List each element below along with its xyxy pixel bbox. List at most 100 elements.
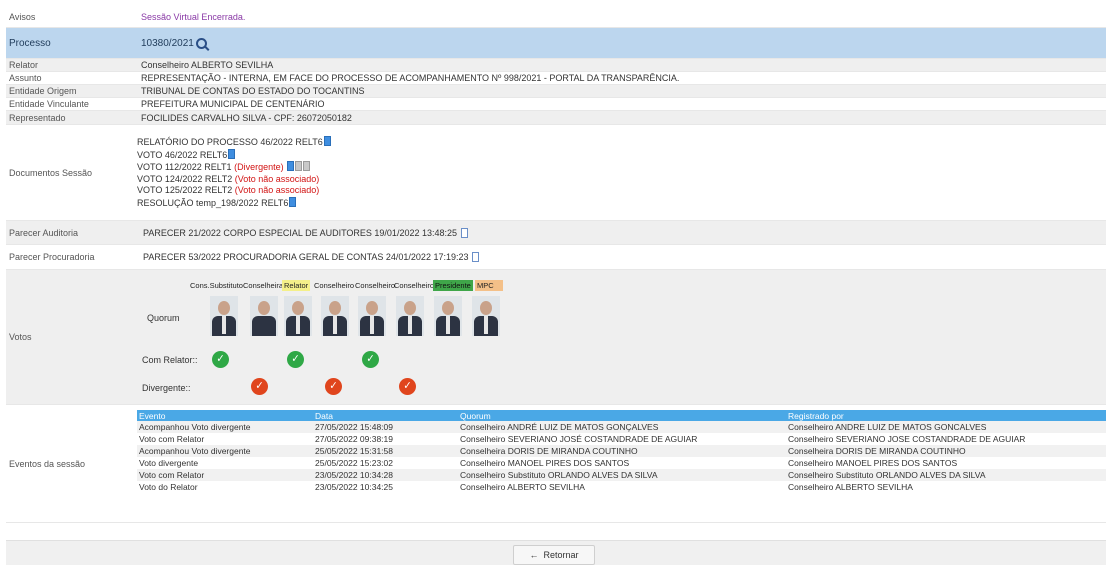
documento-item[interactable]: RELATÓRIO DO PROCESSO 46/2022 RELT6 xyxy=(137,136,331,149)
check-green-icon: ✓ xyxy=(212,351,229,368)
documentos-list: RELATÓRIO DO PROCESSO 46/2022 RELT6 VOTO… xyxy=(137,125,1106,220)
representado-label: Representado xyxy=(9,112,66,123)
table-cell: 23/05/2022 10:34:28 xyxy=(313,469,458,481)
document-icon[interactable] xyxy=(323,136,331,146)
eventos-header-cell: Data xyxy=(313,410,458,421)
table-cell: Conselheiro MANOEL PIRES DOS SANTOS xyxy=(458,457,786,469)
search-icon[interactable] xyxy=(195,37,207,49)
table-row: Acompanhou Voto divergente 27/05/2022 15… xyxy=(137,421,1106,433)
documento-title[interactable]: RESOLUÇÃO temp_198/2022 RELT6 xyxy=(137,198,288,208)
document-icon[interactable] xyxy=(287,161,295,171)
check-red-icon: ✓ xyxy=(251,378,268,395)
entidade-vinculante-value: PREFEITURA MUNICIPAL DE CENTENÁRIO xyxy=(141,99,325,109)
parecer-auditoria-value-wrap[interactable]: PARECER 21/2022 CORPO ESPECIAL DE AUDITO… xyxy=(137,221,1106,244)
table-row: Voto do Relator 23/05/2022 10:34:25 Cons… xyxy=(137,481,1106,493)
table-cell: Conselheiro Substituto ORLANDO ALVES DA … xyxy=(458,469,786,481)
votos-row: Votos Cons.Substituto Conselheira Relato… xyxy=(6,270,1106,405)
table-row: Acompanhou Voto divergente 25/05/2022 15… xyxy=(137,445,1106,457)
eventos-table: Evento Data Quorum Registrado por Acompa… xyxy=(137,410,1106,493)
member-photo xyxy=(210,296,238,336)
documento-item[interactable]: VOTO 124/2022 RELT2 (Voto não associado) xyxy=(137,174,319,186)
entidade-vinculante-row: Entidade Vinculante PREFEITURA MUNICIPAL… xyxy=(6,98,1106,111)
documento-item[interactable]: VOTO 112/2022 RELT1 (Divergente) xyxy=(137,161,311,174)
check-red-icon: ✓ xyxy=(325,378,342,395)
member-photo xyxy=(434,296,462,336)
member-role-tag: Cons.Substituto xyxy=(190,281,243,290)
eventos-label: Eventos da sessão xyxy=(9,458,86,469)
avisos-label: Avisos xyxy=(9,12,36,22)
eventos-header-cell: Registrado por xyxy=(786,410,1106,421)
member-role-tag: Conselheira xyxy=(243,281,284,290)
representado-row: Representado FOCILIDES CARVALHO SILVA - … xyxy=(6,111,1106,125)
documento-note: (Voto não associado) xyxy=(234,173,320,184)
back-button[interactable]: ← Retornar xyxy=(513,545,595,565)
documentos-label: Documentos Sessão xyxy=(9,167,93,178)
member-role-tag: Conselheiro xyxy=(394,281,435,290)
member-role-tag: Conselheiro xyxy=(355,281,396,290)
documento-item[interactable]: RESOLUÇÃO temp_198/2022 RELT6 xyxy=(137,196,297,210)
member-role-tag: Conselheiro xyxy=(314,281,355,290)
table-cell: Conselheiro ANDRE LUIZ DE MATOS GONCALVE… xyxy=(786,421,1106,433)
back-button-label: Retornar xyxy=(543,550,579,560)
documentos-row: Documentos Sessão RELATÓRIO DO PROCESSO … xyxy=(6,125,1106,221)
avisos-row: Avisos Sessão Virtual Encerrada. xyxy=(6,7,1106,28)
parecer-procuradoria-value-wrap[interactable]: PARECER 53/2022 PROCURADORIA GERAL DE CO… xyxy=(137,245,1106,269)
eventos-table-wrap: Evento Data Quorum Registrado por Acompa… xyxy=(137,405,1106,522)
table-row: Voto divergente 25/05/2022 15:23:02 Cons… xyxy=(137,457,1106,469)
parecer-procuradoria-row: Parecer Procuradoria PARECER 53/2022 PRO… xyxy=(6,245,1106,270)
table-cell: Conselheira DORIS DE MIRANDA COUTINHO xyxy=(786,445,1106,457)
document-gray-icon[interactable] xyxy=(303,161,311,171)
documento-item[interactable]: VOTO 46/2022 RELT6 xyxy=(137,148,236,162)
member-photo xyxy=(396,296,424,336)
relator-value: Conselheiro ALBERTO SEVILHA xyxy=(141,60,274,70)
member-photo xyxy=(284,296,312,336)
entidade-origem-value: TRIBUNAL DE CONTAS DO ESTADO DO TOCANTIN… xyxy=(141,86,365,96)
documento-item[interactable]: VOTO 125/2022 RELT2 (Voto não associado) xyxy=(137,185,319,197)
member-photo xyxy=(250,296,278,336)
table-row: Voto com Relator 23/05/2022 10:34:28 Con… xyxy=(137,469,1106,481)
processo-label: Processo xyxy=(9,37,51,49)
table-row: Voto com Relator 27/05/2022 09:38:19 Con… xyxy=(137,433,1106,445)
parecer-auditoria-row: Parecer Auditoria PARECER 21/2022 CORPO … xyxy=(6,221,1106,245)
entidade-origem-row: Entidade Origem TRIBUNAL DE CONTAS DO ES… xyxy=(6,85,1106,98)
documento-title[interactable]: VOTO 124/2022 RELT2 xyxy=(137,174,232,184)
document-gray-icon[interactable] xyxy=(295,161,303,171)
avisos-value: Sessão Virtual Encerrada. xyxy=(141,12,246,22)
processo-row: Processo 10380/2021 xyxy=(6,28,1106,59)
table-cell: Conselheira DORIS DE MIRANDA COUTINHO xyxy=(458,445,786,457)
votos-label: Votos xyxy=(9,332,32,342)
member-role-tag: Presidente xyxy=(433,280,473,291)
member-role-tag: Relator xyxy=(282,280,311,291)
divergente-label: Divergente:: xyxy=(142,383,191,393)
table-cell: 23/05/2022 10:34:25 xyxy=(313,481,458,493)
document-outline-icon[interactable] xyxy=(472,252,480,262)
check-green-icon: ✓ xyxy=(362,351,379,368)
documento-title[interactable]: VOTO 46/2022 RELT6 xyxy=(137,150,227,160)
document-outline-icon[interactable] xyxy=(461,227,468,238)
member-role-tag: MPC xyxy=(475,280,503,291)
arrow-left-icon: ← xyxy=(529,550,539,560)
process-detail-panel: Avisos Sessão Virtual Encerrada. Process… xyxy=(6,7,1106,523)
table-cell: Conselheiro MANOEL PIRES DOS SANTOS xyxy=(786,457,1106,469)
documento-note: (Divergente) xyxy=(234,162,284,172)
eventos-header-row: Evento Data Quorum Registrado por xyxy=(137,410,1106,421)
table-cell: Voto divergente xyxy=(137,457,313,469)
table-cell: 27/05/2022 09:38:19 xyxy=(313,433,458,445)
parecer-auditoria-label: Parecer Auditoria xyxy=(9,227,79,238)
documento-title[interactable]: RELATÓRIO DO PROCESSO 46/2022 RELT6 xyxy=(137,137,323,147)
eventos-header-cell: Evento xyxy=(137,410,313,421)
document-icon[interactable] xyxy=(228,148,236,159)
processo-value-wrap: 10380/2021 xyxy=(137,28,1106,58)
documento-title[interactable]: VOTO 125/2022 RELT2 xyxy=(137,185,232,195)
document-icon[interactable] xyxy=(289,196,297,207)
parecer-auditoria-value[interactable]: PARECER 21/2022 CORPO ESPECIAL DE AUDITO… xyxy=(143,228,457,238)
assunto-row: Assunto REPRESENTAÇÃO - INTERNA, EM FACE… xyxy=(6,72,1106,85)
quorum-label: Quorum xyxy=(147,313,180,323)
documento-note: (Voto não associado) xyxy=(234,185,320,195)
relator-row: Relator Conselheiro ALBERTO SEVILHA xyxy=(6,59,1106,72)
com-relator-label: Com Relator:: xyxy=(142,355,198,365)
parecer-procuradoria-value[interactable]: PARECER 53/2022 PROCURADORIA GERAL DE CO… xyxy=(143,252,468,262)
table-cell: Voto do Relator xyxy=(137,481,313,493)
documento-title[interactable]: VOTO 112/2022 RELT1 xyxy=(137,162,232,172)
table-cell: 27/05/2022 15:48:09 xyxy=(313,421,458,433)
